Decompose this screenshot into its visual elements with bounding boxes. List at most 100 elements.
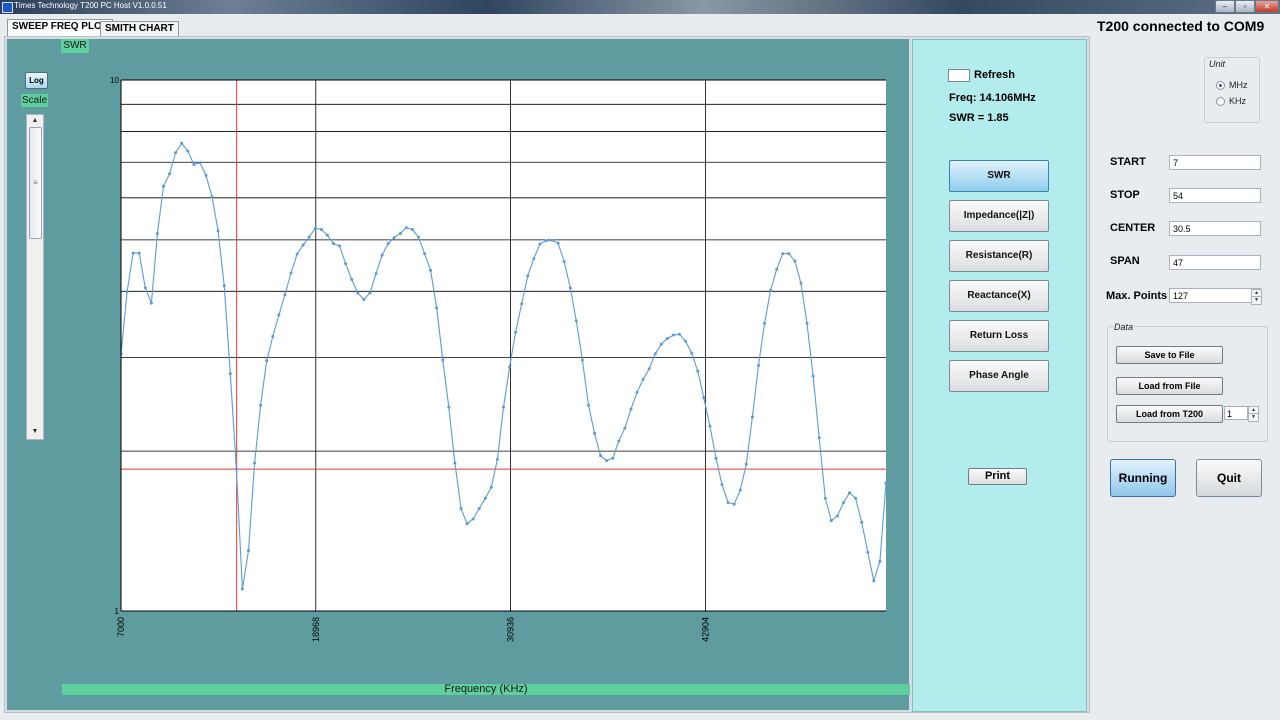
swr-data-point [344,262,348,266]
unit-mhz-radio[interactable] [1216,81,1225,90]
unit-mhz-label[interactable]: MHz [1229,80,1248,90]
refresh-checkbox[interactable] [948,69,970,82]
swr-data-point [423,252,427,256]
swr-data-point [842,501,845,505]
swr-data-point [672,333,675,337]
swr-data-point [453,461,457,465]
swr-data-point [277,313,281,317]
swr-data-point [149,301,153,305]
swr-data-point [143,286,147,290]
impedance-button[interactable]: Impedance(|Z|) [949,200,1049,232]
swr-data-point [441,358,445,362]
swr-data-point [757,364,760,367]
return-loss-button[interactable]: Return Loss [949,320,1049,352]
swr-data-point [137,251,141,255]
swr-data-point [374,272,378,276]
max-points-input[interactable]: 127 [1169,288,1261,303]
swr-data-point [435,306,439,310]
swr-data-point [781,252,785,256]
swr-data-point [599,454,603,458]
swr-data-point [787,252,791,256]
unit-khz-label[interactable]: KHz [1229,96,1246,106]
swr-data-point [131,251,135,255]
t200-index-down-arrow[interactable]: ▼ [1248,413,1259,422]
swr-data-point [678,332,681,336]
swr-data-point [271,334,275,338]
stop-input[interactable]: 54 [1169,188,1261,203]
max-points-label: Max. Points [1106,290,1168,302]
unit-khz-radio[interactable] [1216,97,1225,106]
swr-data-point [502,405,505,409]
scroll-down-arrow[interactable]: ▼ [27,426,43,438]
center-input[interactable]: 30.5 [1169,221,1261,236]
swr-data-point [368,291,372,295]
t200-index-input[interactable]: 1 [1224,406,1248,420]
reactance-button[interactable]: Reactance(X) [949,280,1049,312]
swr-data-point [483,496,487,500]
resistance-button[interactable]: Resistance(R) [949,240,1049,272]
swr-data-point [726,501,730,505]
swr-data-point [447,405,451,409]
quit-button[interactable]: Quit [1196,459,1262,497]
scale-scrollbar[interactable]: ▲ ≡ ▼ [26,114,44,440]
running-button[interactable]: Running [1110,459,1176,497]
frequency-readout: Freq: 14.106MHz [949,92,1036,104]
start-label: START [1110,156,1146,168]
sweep-chart: 10 17000 18968 30936 42904 [110,76,888,642]
swr-data-point [495,457,499,461]
swr-data-point [477,507,481,510]
swr-data-point [605,459,609,463]
swr-data-point [799,281,803,285]
swr-data-point [556,241,560,245]
swr-data-point [690,351,694,355]
load-from-t200-button[interactable]: Load from T200 [1116,405,1223,423]
swr-data-point [338,244,342,248]
phase-angle-button[interactable]: Phase Angle [949,360,1049,392]
swr-data-point [811,374,815,378]
swr-data-point [265,359,269,363]
swr-data-point [732,502,736,506]
start-input[interactable]: 7 [1169,155,1261,170]
swr-data-point [514,330,518,334]
swr-data-point [192,163,196,167]
y-tick-label: 1 [115,607,120,616]
swr-data-point [829,519,833,523]
scroll-thumb[interactable]: ≡ [29,127,42,239]
swr-data-point [253,461,257,465]
swr-data-point [793,259,797,263]
swr-data-point [750,415,754,419]
swr-data-point [168,172,172,176]
swr-data-point [247,549,250,552]
swr-data-point [702,396,706,400]
swr-data-point [587,403,590,407]
swr-data-point [216,229,220,233]
max-points-down-arrow[interactable]: ▼ [1251,296,1262,305]
swr-data-point [125,290,129,294]
span-input[interactable]: 47 [1169,255,1261,270]
swr-data-point [593,431,597,435]
swr-data-point [283,293,287,297]
swr-data-point [623,426,627,430]
swr-readout: SWR = 1.85 [949,112,1009,124]
print-button[interactable]: Print [968,468,1027,485]
swr-data-point [459,507,463,510]
swr-data-point [410,228,414,231]
swr-data-point [641,377,645,381]
scroll-up-arrow[interactable]: ▲ [27,115,43,127]
swr-data-point [386,242,390,246]
plot-background [121,80,886,611]
swr-button[interactable]: SWR [949,160,1049,192]
swr-data-point [198,161,202,165]
load-from-file-button[interactable]: Load from File [1116,377,1223,395]
x-axis-label: Frequency (KHz) [62,684,910,695]
swr-data-point [404,226,408,230]
swr-data-point [848,491,851,495]
swr-data-point [228,372,232,376]
swr-data-point [392,236,396,240]
save-to-file-button[interactable]: Save to File [1116,346,1223,364]
swr-data-point [562,260,566,264]
plot-mode-label: SWR [61,39,89,53]
swr-data-point [720,483,724,487]
log-scale-button[interactable]: Log [25,72,48,89]
swr-data-point [611,456,615,460]
